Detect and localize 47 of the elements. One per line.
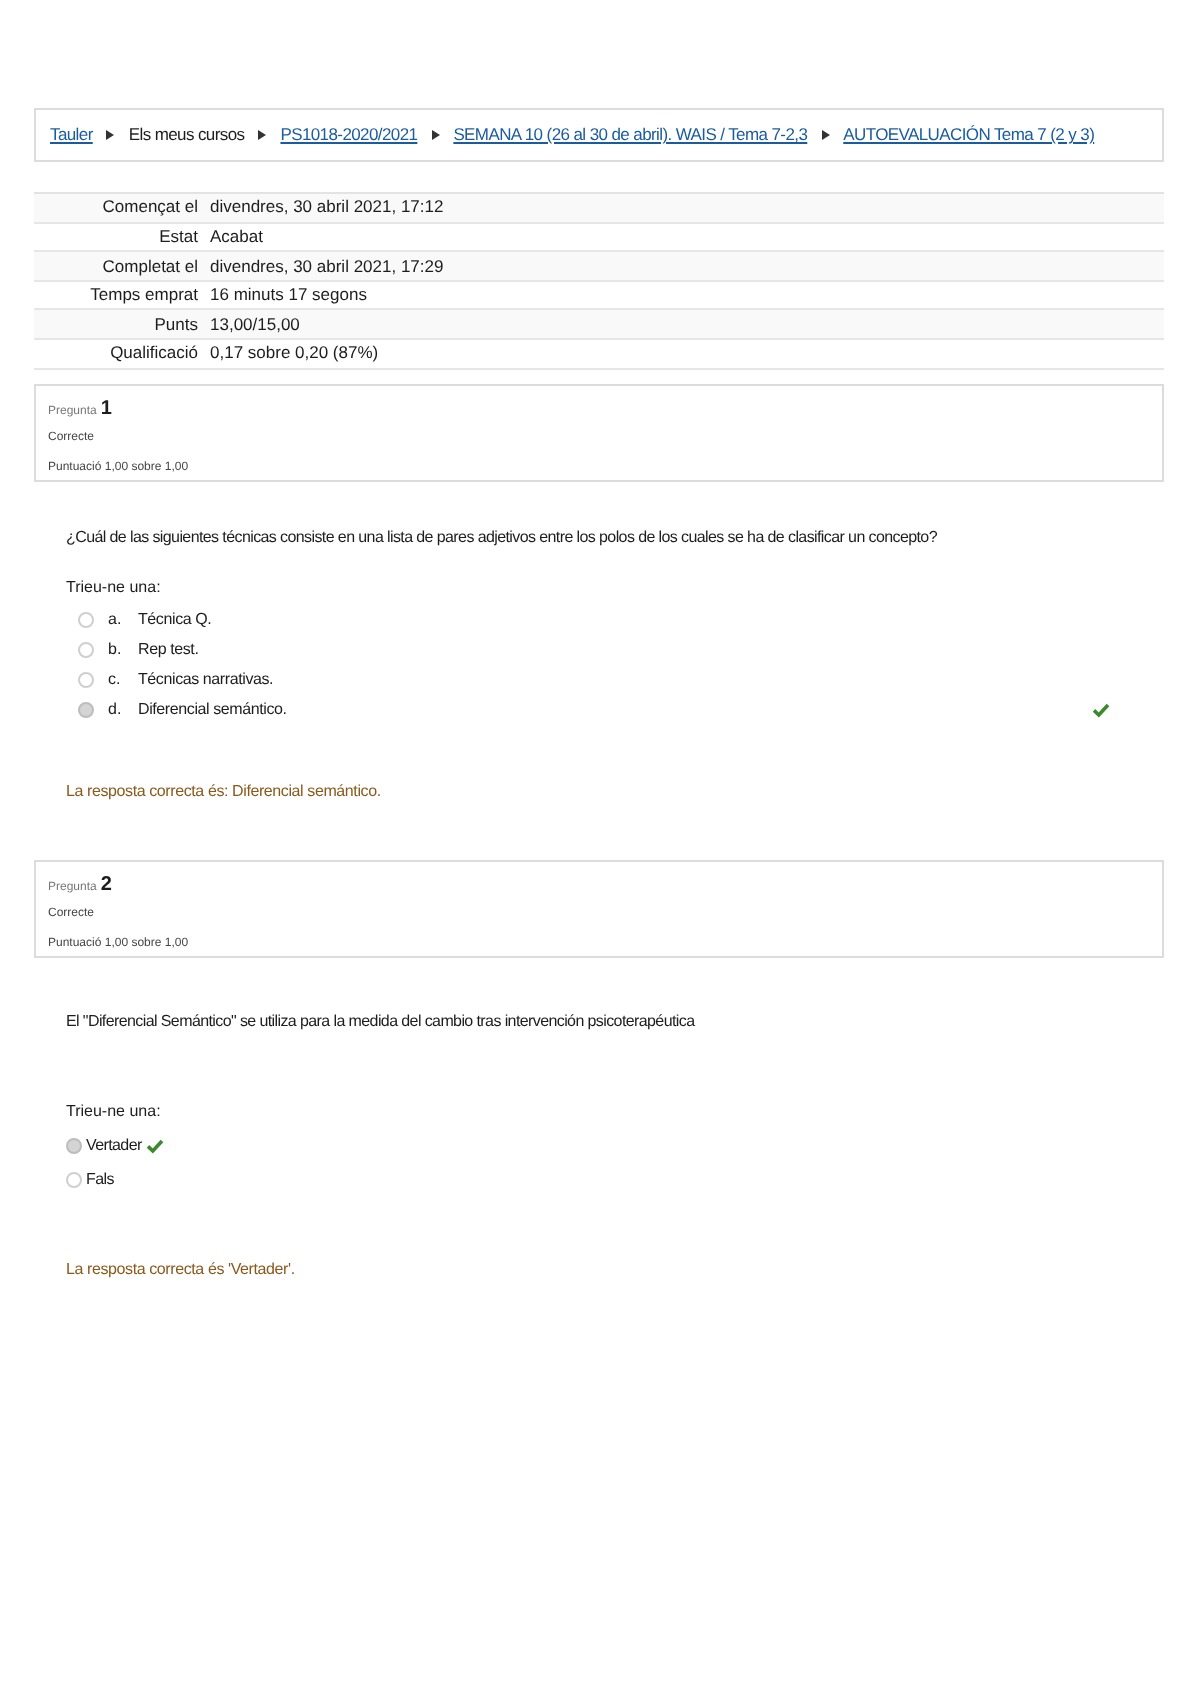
- answer-label: Técnica Q.: [138, 608, 214, 633]
- summary-value: divendres, 30 abril 2021, 17:29: [210, 253, 444, 279]
- feedback-text: La resposta correcta és: Diferencial semántico.: [64, 779, 383, 804]
- summary-value: 16 minuts 17 segons: [210, 282, 367, 308]
- summary-label: Punts: [152, 311, 200, 338]
- radio-button[interactable]: [66, 1138, 82, 1155]
- summary-label: Qualificació: [108, 340, 200, 367]
- checkmark-icon: [1092, 702, 1110, 719]
- breadcrumb-link[interactable]: PS1018-2020/2021: [280, 122, 418, 148]
- answer-label: Fals: [86, 1168, 114, 1193]
- question-number: 1: [100, 395, 112, 424]
- summary-label: Completat el: [100, 253, 200, 279]
- radio-button[interactable]: [78, 672, 94, 689]
- breadcrumb-link[interactable]: AUTOEVALUACIÓN Tema 7 (2 y 3): [843, 122, 1095, 148]
- question-text: ¿Cuál de las siguientes técnicas consiste en una lista de pares adjetivos entre los polos de los cuales se ha de clasificar un concepto?: [64, 525, 939, 550]
- answer-letter: b.: [106, 638, 124, 663]
- radio-button[interactable]: [78, 642, 94, 659]
- summary-value: divendres, 30 abril 2021, 17:12: [210, 194, 444, 221]
- radio-button[interactable]: [78, 702, 94, 719]
- answer-label: Diferencial semántico.: [138, 698, 289, 723]
- checkmark-icon: [145, 1138, 164, 1155]
- summary-value: 13,00/15,00: [210, 311, 300, 338]
- summary-value: Acabat: [210, 224, 263, 250]
- feedback-text: La resposta correcta és 'Vertader'.: [64, 1257, 297, 1282]
- question-text: El "Diferencial Semántico" se utiliza para la medida del cambio tras intervención psicoterapéutica: [64, 1009, 697, 1034]
- breadcrumb-text: Els meus cursos: [128, 122, 245, 148]
- radio-button[interactable]: [78, 612, 94, 629]
- summary-label: Començat el: [100, 194, 200, 221]
- summary-value: 0,17 sobre 0,20 (87%): [210, 340, 379, 367]
- summary-label: Temps emprat: [88, 282, 200, 308]
- separator-icon: [258, 130, 267, 140]
- separator-icon: [106, 130, 115, 140]
- answer-prompt: Trieu-ne una:: [64, 575, 163, 600]
- separator-icon: [431, 130, 440, 140]
- separator-icon: [821, 130, 830, 140]
- answer-label: Rep test.: [138, 638, 201, 663]
- answer-label: Técnicas narrativas.: [138, 668, 276, 693]
- breadcrumb-link[interactable]: Tauler: [50, 122, 93, 148]
- answer-letter: d.: [106, 698, 124, 723]
- radio-button[interactable]: [66, 1172, 82, 1189]
- summary-label: Estat: [157, 224, 200, 250]
- answer-prompt: Trieu-ne una:: [64, 1099, 163, 1124]
- answer-label: Vertader: [86, 1134, 142, 1159]
- breadcrumb-link[interactable]: SEMANA 10 (26 al 30 de abril). WAIS / Tema 7-2,3: [453, 122, 808, 148]
- answer-letter: a.: [106, 608, 124, 633]
- question-number: 2: [100, 871, 112, 900]
- answer-letter: c.: [106, 668, 123, 693]
